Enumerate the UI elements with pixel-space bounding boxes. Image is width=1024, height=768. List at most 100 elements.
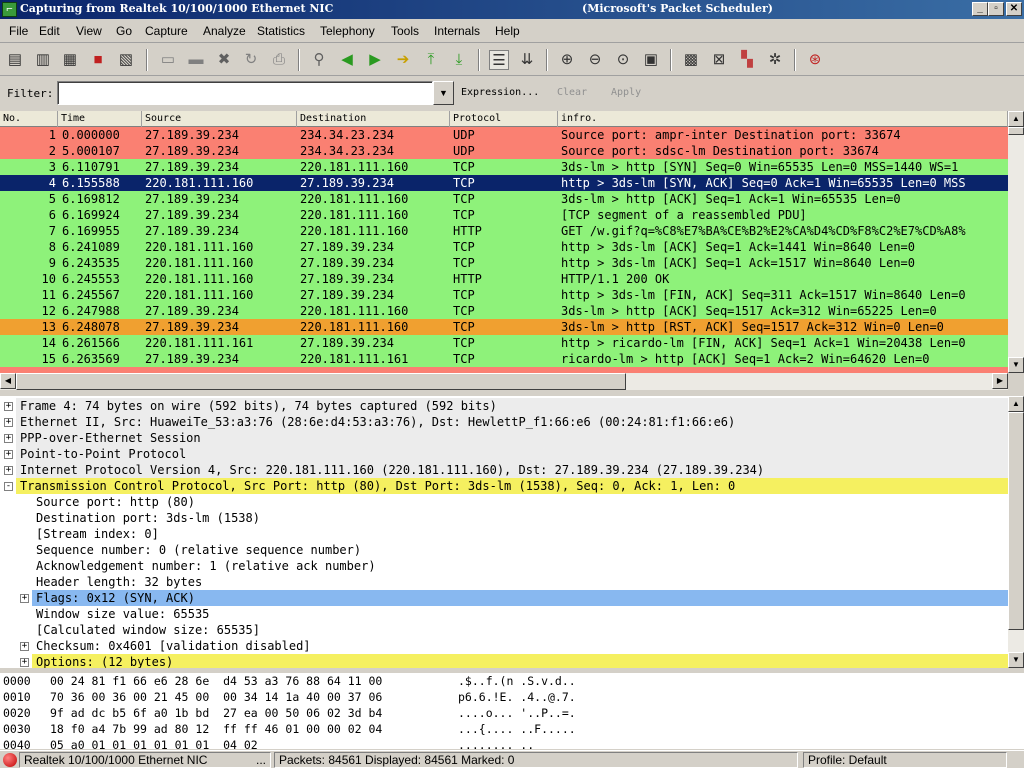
go-back-icon[interactable]: ◀ (337, 50, 357, 70)
go-last-icon[interactable]: ⤓ (449, 50, 469, 70)
menu-view[interactable]: View (76, 24, 102, 38)
stop-capture-icon[interactable]: ■ (88, 50, 108, 70)
expand-icon[interactable]: + (4, 418, 13, 427)
scroll-down-icon[interactable]: ▼ (1008, 357, 1024, 373)
close-button[interactable]: ✕ (1006, 2, 1022, 16)
detail-row[interactable]: Source port: http (80) (0, 494, 1008, 510)
find-packet-icon[interactable]: ⚲ (309, 50, 329, 70)
preferences-icon[interactable]: ✲ (765, 50, 785, 70)
detail-row[interactable]: [Calculated window size: 65535] (0, 622, 1008, 638)
detail-row[interactable]: + Options: (12 bytes) (0, 654, 1008, 668)
expand-icon[interactable]: + (4, 434, 13, 443)
packet-row[interactable]: 1 0.000000 27.189.39.234 234.34.23.234 UDP So… (0, 127, 1008, 143)
close-file-icon[interactable]: ✖ (214, 50, 234, 70)
packet-row[interactable]: 3 6.110791 27.189.39.234 220.181.111.160 TCP… (0, 159, 1008, 175)
auto-scroll-icon[interactable]: ⇊ (517, 50, 537, 70)
expression-button[interactable]: Expression... (461, 87, 539, 98)
packet-row[interactable]: 5 6.169812 27.189.39.234 220.181.111.160 TCP… (0, 191, 1008, 207)
menu-file[interactable]: File (9, 24, 28, 38)
menu-analyze[interactable]: Analyze (203, 24, 246, 38)
filter-dropdown-button[interactable]: ▼ (433, 81, 454, 105)
detail-row[interactable]: [Stream index: 0] (0, 526, 1008, 542)
capture-options-icon[interactable]: ▥ (33, 50, 53, 70)
resize-columns-icon[interactable]: ▣ (641, 50, 661, 70)
menu-statistics[interactable]: Statistics (257, 24, 305, 38)
menu-tools[interactable]: Tools (391, 24, 419, 38)
menu-go[interactable]: Go (116, 24, 132, 38)
zoom-out-icon[interactable]: ⊖ (585, 50, 605, 70)
detail-row[interactable]: + Frame 4: 74 bytes on wire (592 bits), 7… (0, 398, 1008, 414)
detail-row[interactable]: Acknowledgement number: 1 (relative ack … (0, 558, 1008, 574)
scroll-right-icon[interactable]: ▶ (992, 373, 1008, 389)
detail-row[interactable]: + Checksum: 0x4601 [validation disabled] (0, 638, 1008, 654)
detail-row[interactable]: - Transmission Control Protocol, Src Port… (0, 478, 1008, 494)
open-file-icon[interactable]: ▭ (158, 50, 178, 70)
expand-icon[interactable]: + (4, 466, 13, 475)
collapse-icon[interactable]: - (4, 482, 13, 491)
colorize-icon[interactable]: ☰ (489, 50, 509, 70)
packet-list-hscroll[interactable]: ◀ ▶ (0, 373, 1008, 390)
scroll-up-icon[interactable]: ▲ (1008, 396, 1024, 412)
packet-row[interactable]: 6 6.169924 27.189.39.234 220.181.111.160 TCP… (0, 207, 1008, 223)
detail-row[interactable]: + Point-to-Point Protocol (0, 446, 1008, 462)
apply-button[interactable]: Apply (611, 87, 641, 98)
reload-icon[interactable]: ↻ (241, 50, 261, 70)
display-filters-icon[interactable]: ⊠ (709, 50, 729, 70)
interface-list-icon[interactable]: ▤ (5, 50, 25, 70)
menu-internals[interactable]: Internals (434, 24, 480, 38)
menu-telephony[interactable]: Telephony (320, 24, 375, 38)
go-to-packet-icon[interactable]: ➔ (393, 50, 413, 70)
column-header-no[interactable]: No. (0, 111, 58, 127)
column-header-source[interactable]: Source (142, 111, 297, 127)
packet-list[interactable]: No. Time Source Destination Protocol inf… (0, 111, 1008, 373)
zoom-in-icon[interactable]: ⊕ (557, 50, 577, 70)
detail-row[interactable]: Header length: 32 bytes (0, 574, 1008, 590)
minimize-button[interactable]: _ (972, 2, 988, 16)
start-capture-icon[interactable]: ▦ (60, 50, 80, 70)
scroll-up-icon[interactable]: ▲ (1008, 111, 1024, 127)
save-file-icon[interactable]: ▬ (186, 50, 206, 70)
expand-icon[interactable]: + (4, 450, 13, 459)
go-first-icon[interactable]: ⤒ (421, 50, 441, 70)
hscroll-thumb[interactable] (16, 373, 626, 390)
detail-row[interactable]: + Internet Protocol Version 4, Src: 220.1… (0, 462, 1008, 478)
detail-row[interactable]: Destination port: 3ds-lm (1538) (0, 510, 1008, 526)
help-icon[interactable]: ⊛ (805, 50, 825, 70)
filter-input[interactable] (57, 81, 433, 105)
packet-row[interactable]: 4 6.155588 220.181.111.160 27.189.39.234 TCP… (0, 175, 1008, 191)
scroll-down-icon[interactable]: ▼ (1008, 652, 1024, 668)
coloring-rules-icon[interactable]: ▚ (737, 50, 757, 70)
scroll-thumb[interactable] (1008, 412, 1024, 630)
column-header-time[interactable]: Time (58, 111, 142, 127)
hex-dump-pane[interactable]: 0000 00 24 81 f1 66 e6 28 6e d4 53 a3 76 … (0, 673, 1024, 752)
expand-icon[interactable]: + (20, 642, 29, 651)
packet-row[interactable]: 8 6.241089 220.181.111.160 27.189.39.234 TCP… (0, 239, 1008, 255)
expand-icon[interactable]: + (4, 402, 13, 411)
print-icon[interactable]: ⎙ (269, 50, 289, 70)
column-header-destination[interactable]: Destination (297, 111, 450, 127)
capture-status-icon[interactable] (3, 753, 17, 767)
normal-size-icon[interactable]: ⊙ (613, 50, 633, 70)
packet-row[interactable]: 15 6.263569 27.189.39.234 220.181.111.161 TC… (0, 351, 1008, 367)
menu-capture[interactable]: Capture (145, 24, 188, 38)
packet-row[interactable]: 11 6.245567 220.181.111.160 27.189.39.234 TC… (0, 287, 1008, 303)
detail-row[interactable]: Window size value: 65535 (0, 606, 1008, 622)
menu-help[interactable]: Help (495, 24, 520, 38)
scroll-left-icon[interactable]: ◀ (0, 373, 16, 389)
packet-list-vscroll[interactable]: ▲ ▼ (1008, 111, 1024, 373)
expand-icon[interactable]: + (20, 594, 29, 603)
status-profile[interactable]: Profile: Default (803, 752, 1007, 768)
packet-row[interactable]: 7 6.169955 27.189.39.234 220.181.111.160 HTT… (0, 223, 1008, 239)
packet-row[interactable]: 13 6.248078 27.189.39.234 220.181.111.160 TC… (0, 319, 1008, 335)
detail-row[interactable]: + Ethernet II, Src: HuaweiTe_53:a3:76 (28… (0, 414, 1008, 430)
packet-row[interactable]: 9 6.243535 220.181.111.160 27.189.39.234 TCP… (0, 255, 1008, 271)
restart-capture-icon[interactable]: ▧ (116, 50, 136, 70)
packet-row[interactable]: 10 6.245553 220.181.111.160 27.189.39.234 HT… (0, 271, 1008, 287)
detail-row[interactable]: Sequence number: 0 (relative sequence nu… (0, 542, 1008, 558)
expand-icon[interactable]: + (20, 658, 29, 667)
capture-filters-icon[interactable]: ▩ (681, 50, 701, 70)
detail-row[interactable]: + Flags: 0x12 (SYN, ACK) (0, 590, 1008, 606)
go-forward-icon[interactable]: ▶ (365, 50, 385, 70)
restore-button[interactable]: ▫ (988, 2, 1004, 16)
column-header-protocol[interactable]: Protocol (450, 111, 558, 127)
